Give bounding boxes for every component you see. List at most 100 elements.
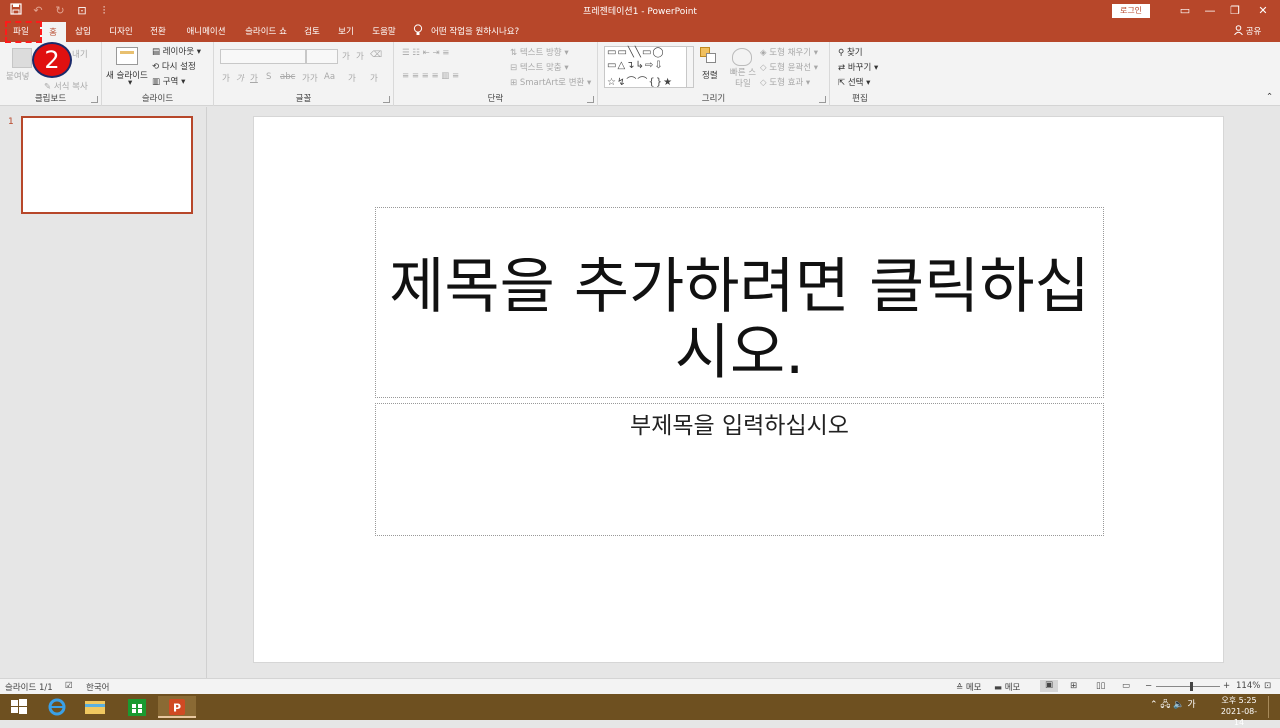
new-slide-icon[interactable] [116,47,138,65]
zoom-slider-thumb[interactable] [1190,682,1194,691]
login-button[interactable]: 로그인 [1112,4,1150,18]
font-size-combobox[interactable] [306,49,338,64]
collapse-ribbon-icon[interactable]: ⌃ [1266,92,1273,102]
zoom-level[interactable]: 114% [1236,681,1260,691]
language-indicator[interactable]: 한국어 [86,681,109,693]
grow-font-button[interactable]: 가 [342,50,350,62]
replace-button[interactable]: ⇄ 바꾸기 ▾ [838,61,878,73]
slide-thumbnail[interactable] [21,116,193,214]
slide-canvas[interactable]: 제목을 추가하려면 클릭하십시오. 부제목을 입력하십시오 [253,116,1224,663]
tab-help[interactable]: 도움말 [366,22,402,42]
layout-button[interactable]: ▤ 레이아웃 ▾ [152,45,201,57]
dialog-launcher-icon[interactable] [383,96,390,103]
shrink-font-button[interactable]: 가 [356,50,364,62]
find-button[interactable]: ⚲ 찾기 [838,46,863,58]
shapes-row[interactable]: ☆↯⌒⌒{}★ [607,73,673,88]
italic-button[interactable]: 가 [236,72,244,84]
section-button[interactable]: ▥ 구역 ▾ [152,75,185,87]
shapes-gallery-scroll[interactable] [686,46,694,88]
tab-animations[interactable]: 애니메이션 [180,22,232,42]
shapes-gallery[interactable]: ▭▭╲╲▭◯ ▭△↴↳⇨⇩ ☆↯⌒⌒{}★ [604,46,688,88]
minimize-button[interactable]: — [1200,2,1220,20]
tab-insert[interactable]: 삽입 [70,22,96,42]
comments-button[interactable]: ▬ 메모 [994,681,1020,693]
group-paragraph: ☰ ☷ ⇤ ⇥ ≡ ⇅ 텍스트 방향 ▾ ≡ ≡ ≡ ≡ ▥ ≡ ⊟ 텍스트 맞… [394,42,598,106]
shape-effects-label: 도형 효과 [769,78,804,88]
notes-button[interactable]: ≙ 메모 [956,681,981,693]
alignment-buttons[interactable]: ≡ ≡ ≡ ≡ ▥ ≡ [402,71,459,81]
arrange-button[interactable]: 정렬 [702,69,718,81]
dialog-launcher-icon[interactable] [587,96,594,103]
spell-check-icon[interactable]: ☑ [65,681,73,691]
font-color-button[interactable]: 가 [370,72,378,84]
shapes-row[interactable]: ▭△↴↳⇨⇩ [607,60,664,72]
align-text-button[interactable]: ⊟ 텍스트 맞춤 ▾ [510,61,569,73]
title-placeholder[interactable]: 제목을 추가하려면 클릭하십시오. [375,207,1104,398]
tab-slide-show[interactable]: 슬라이드 쇼 [238,22,294,42]
dialog-launcher-icon[interactable] [819,96,826,103]
tab-view[interactable]: 보기 [332,22,360,42]
shape-effects-button[interactable]: ◇ 도형 효과 ▾ [760,76,810,88]
tab-review[interactable]: 검토 [298,22,326,42]
paste-icon[interactable] [12,48,32,68]
share-label: 공유 [1245,27,1262,37]
subtitle-placeholder[interactable]: 부제목을 입력하십시오 [375,403,1104,536]
shapes-row[interactable]: ▭▭╲╲▭◯ [607,47,665,59]
new-slide-button[interactable]: 새 슬라이드 [106,69,148,81]
underline-button[interactable]: 가 [250,72,258,84]
shape-fill-button[interactable]: ◈ 도형 채우기 ▾ [760,46,818,58]
quick-styles-button[interactable]: 빠른 스타일 [728,68,758,90]
clear-formatting-icon[interactable]: ⌫ [370,50,382,60]
share-button[interactable]: 공유 [1234,22,1261,42]
select-button[interactable]: ⇱ 선택 ▾ [838,76,870,88]
slide-show-icon[interactable]: ▭ [1122,681,1130,691]
bold-button[interactable]: 가 [222,72,230,84]
font-name-combobox[interactable] [220,49,306,64]
section-label: 구역 [162,77,179,87]
shadow-button[interactable]: S [266,72,271,82]
fit-to-window-icon[interactable]: ⊡ [1264,681,1271,691]
ribbon-display-options-icon[interactable]: ▭ [1175,2,1195,20]
clock[interactable]: 오후 5:25 2021-08-14 [1216,695,1262,728]
format-painter-button[interactable]: ✎ 서식 복사 [44,80,88,92]
convert-smartart-button[interactable]: ⊞ SmartArt로 변환 ▾ [510,76,591,88]
bullets-button[interactable]: ☰ ☷ ⇤ ⇥ ≡ [402,48,449,58]
highlight-button[interactable]: 가 [348,72,356,84]
restore-button[interactable]: ❐ [1225,2,1245,20]
new-slide-dropdown-icon[interactable]: ▾ [128,78,132,88]
zoom-slider[interactable] [1156,686,1220,687]
normal-view-icon[interactable]: ▣ [1040,680,1058,692]
group-label-font: 글꼴 [295,94,312,104]
file-explorer-icon[interactable] [76,696,114,718]
reading-view-icon[interactable]: ▯▯ [1096,681,1105,691]
shape-outline-label: 도형 윤곽선 [769,63,812,73]
change-case-button[interactable]: Aa [324,72,335,82]
reset-button[interactable]: ⟲ 다시 설정 [152,60,196,72]
tab-transitions[interactable]: 전환 [144,22,172,42]
text-direction-button[interactable]: ⇅ 텍스트 방향 ▾ [510,46,569,58]
tab-design[interactable]: 디자인 [104,22,138,42]
close-button[interactable]: ✕ [1253,2,1273,20]
person-icon [1234,25,1246,37]
zoom-in-icon[interactable]: + [1223,681,1230,691]
system-tray[interactable]: ⌃ 🖧 🔈 가 [1150,697,1196,713]
show-desktop-button[interactable] [1268,696,1278,718]
slide-sorter-icon[interactable]: ⊞ [1070,681,1077,691]
shape-outline-button[interactable]: ◇ 도형 윤곽선 ▾ [760,61,818,73]
arrange-icon[interactable] [700,47,718,63]
tell-me-search[interactable]: 어떤 작업을 원하시나요? [413,22,519,42]
windows-start-icon[interactable] [0,696,38,718]
strikethrough-button[interactable]: abc [280,72,295,82]
character-spacing-button[interactable]: 가가 [302,72,318,84]
internet-explorer-icon[interactable] [38,696,76,718]
cut-copy-button[interactable]: 내기 [72,48,88,60]
find-label: 찾기 [846,48,863,58]
paste-button[interactable]: 붙여넣 [6,70,29,82]
replace-label: 바꾸기 [847,63,872,73]
dialog-launcher-icon[interactable] [91,96,98,103]
zoom-out-icon[interactable]: − [1145,681,1152,691]
store-icon[interactable] [118,696,156,718]
powerpoint-taskbar-icon[interactable]: P [158,696,196,718]
tab-home[interactable]: 홈 [40,22,66,42]
quick-styles-icon[interactable] [732,48,752,66]
